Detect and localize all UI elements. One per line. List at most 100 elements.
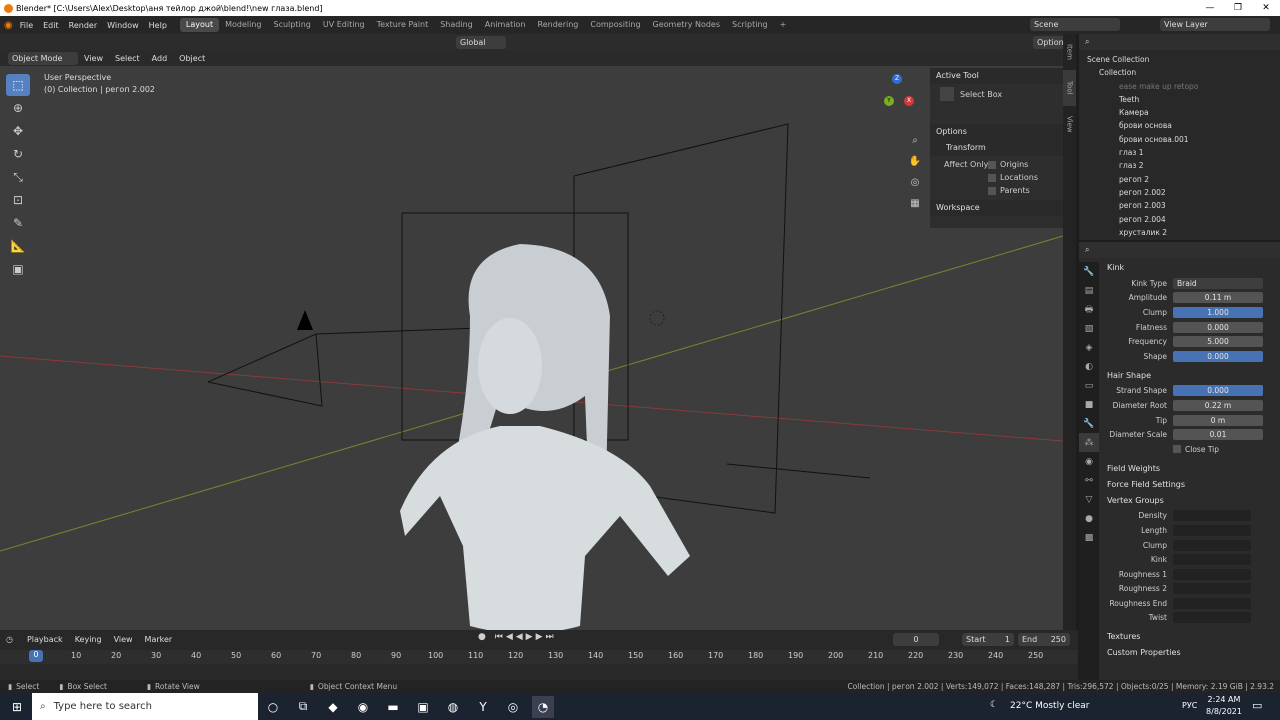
playhead[interactable]: 0 [29,650,43,662]
tab-tool[interactable]: Tool [1063,70,1076,106]
menu-file[interactable]: File [15,21,38,30]
outliner-item[interactable]: Камера [1087,106,1280,119]
clock-date[interactable]: 8/8/2021 [1206,707,1242,716]
outliner-item[interactable]: ease make up retopo [1087,80,1280,93]
start-frame-field[interactable]: Start 1 [962,633,1014,646]
outliner-item[interactable]: Teeth [1087,93,1280,106]
mode-selector[interactable]: Object Mode [8,51,78,65]
vg-field[interactable] [1173,524,1251,536]
tab-modeling[interactable]: Modeling [219,18,267,32]
close-tip-row[interactable]: Close Tip [1101,442,1280,457]
tab-animation[interactable]: Animation [479,18,532,32]
options-header[interactable]: Options [930,124,1063,140]
steam-icon[interactable]: ◎ [502,696,524,718]
editor-type-icon[interactable]: ◷ [6,635,13,644]
close-button[interactable]: ✕ [1252,0,1280,16]
menu-window[interactable]: Window [102,21,144,30]
timeline-view-menu[interactable]: View [108,635,139,644]
annotate-icon[interactable]: ✎ [6,212,30,234]
transform-header[interactable]: Transform [930,140,1063,156]
add-cube-icon[interactable]: ▣ [6,258,30,280]
world-props-icon[interactable]: ◐ [1079,357,1099,376]
material-props-icon[interactable]: ● [1079,509,1099,528]
tab-view[interactable]: View [1063,106,1076,142]
epic-games-icon[interactable]: ▣ [412,696,434,718]
tab-item[interactable]: Item [1063,34,1076,70]
weather-text[interactable]: 22°C Mostly clear [1010,701,1089,711]
add-workspace-button[interactable]: + [774,18,793,32]
blender-taskbar-icon[interactable]: ◔ [532,695,554,718]
tab-layout[interactable]: Layout [179,18,220,32]
vp-menu-add[interactable]: Add [146,54,174,63]
maximize-button[interactable]: ❐ [1224,0,1252,16]
view-layer-selector[interactable]: View Layer [1160,18,1270,31]
constraint-props-icon[interactable]: ⚯ [1079,471,1099,490]
zoom-icon[interactable]: ⌕ [906,130,924,150]
ortho-grid-icon[interactable]: ▦ [906,193,924,213]
tab-compositing[interactable]: Compositing [584,18,646,32]
camera-view-icon[interactable]: ◎ [906,172,924,192]
outliner-item[interactable]: брови основа [1087,119,1280,132]
file-explorer-icon[interactable]: ▬ [382,696,404,718]
tab-scripting[interactable]: Scripting [726,18,774,32]
vp-menu-object[interactable]: Object [173,54,211,63]
tab-uv-editing[interactable]: UV Editing [317,18,371,32]
task-view-icon[interactable]: ⧉ [292,696,314,718]
menu-edit[interactable]: Edit [38,21,64,30]
output-props-icon[interactable]: 🖶 [1079,300,1099,319]
options-dropdown[interactable]: Options [1033,36,1063,49]
field-weights-section[interactable]: Field Weights [1101,461,1280,477]
scale-icon[interactable]: ⤡ [6,166,30,188]
active-tool-header[interactable]: Active Tool [930,68,1063,84]
clump-field[interactable]: 1.000 [1173,306,1263,318]
render-props-icon[interactable]: ▤ [1079,281,1099,300]
tab-sculpting[interactable]: Sculpting [268,18,317,32]
tab-rendering[interactable]: Rendering [532,18,585,32]
select-box-row[interactable]: Select Box [930,84,1063,104]
scene-props-icon[interactable]: ◈ [1079,338,1099,357]
outliner-item[interactable]: глаз 1 [1087,146,1280,159]
windows-start-icon[interactable]: ⊞ [6,696,28,718]
custom-properties-section[interactable]: Custom Properties [1101,645,1280,661]
tab-shading[interactable]: Shading [434,18,479,32]
diameter-root-field[interactable]: 0.22 m [1173,399,1263,411]
playback-controls[interactable]: ● ⏮◀◀▶▶⏭ [478,632,557,642]
shape-field[interactable]: 0.000 [1173,350,1263,362]
outliner-filter-icon[interactable]: ⌕ [1085,37,1089,47]
tab-texture-paint[interactable]: Texture Paint [371,18,435,32]
gizmo-y[interactable]: Y [884,96,894,106]
pan-hand-icon[interactable]: ✋ [906,151,924,171]
tab-geometry-nodes[interactable]: Geometry Nodes [647,18,726,32]
strand-shape-field[interactable]: 0.000 [1173,385,1263,397]
force-field-section[interactable]: Force Field Settings [1101,477,1280,493]
menu-render[interactable]: Render [64,21,102,30]
tip-field[interactable]: 0 m [1173,414,1263,426]
edge-icon[interactable]: ◉ [352,696,374,718]
hair-shape-section[interactable]: Hair Shape [1101,368,1280,384]
particle-props-icon[interactable]: ⁂ [1079,433,1099,452]
transform-orientation[interactable]: Global [456,36,506,49]
vp-menu-view[interactable]: View [78,54,109,63]
amplitude-field[interactable]: 0.11 m [1173,292,1263,304]
locations-checkbox[interactable]: Locations [988,173,1038,182]
parents-checkbox[interactable]: Parents [988,186,1030,195]
collection-row[interactable]: Collection [1087,66,1280,79]
cursor-icon[interactable]: ⊕ [6,97,30,119]
vertex-groups-section[interactable]: Vertex Groups [1101,493,1280,509]
collection-props-icon[interactable]: ▭ [1079,376,1099,395]
vg-field[interactable] [1173,510,1251,522]
kink-type-dropdown[interactable]: Braid [1173,277,1263,289]
timeline-ruler[interactable]: 0 10 20 30 40 50 60 70 80 90 100 110 120… [0,650,1078,664]
tool-props-icon[interactable]: 🔧 [1079,262,1099,281]
transform-icon[interactable]: ⊡ [6,189,30,211]
discord-icon[interactable]: ◍ [442,696,464,718]
view-layer-icon[interactable]: ▧ [1079,319,1099,338]
vg-field[interactable] [1173,539,1251,551]
3d-viewport[interactable]: Global Options Object Mode View Select A… [0,34,1063,630]
move-icon[interactable]: ✥ [6,120,30,142]
data-props-icon[interactable]: ▽ [1079,490,1099,509]
end-frame-field[interactable]: End 250 [1018,633,1070,646]
measure-icon[interactable]: 📐 [6,235,30,257]
outliner-item[interactable]: глаз 2 [1087,159,1280,172]
outliner-item[interactable]: брови основа.001 [1087,133,1280,146]
